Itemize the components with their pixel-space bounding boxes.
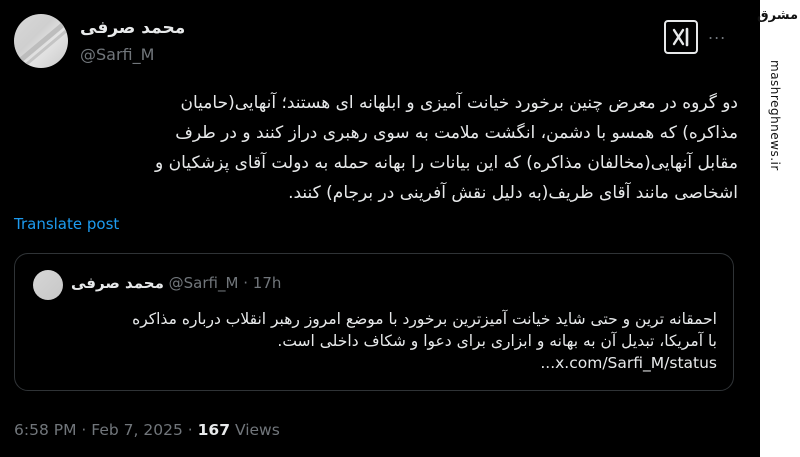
author-handle[interactable]: @Sarfi_M: [80, 45, 154, 64]
quoted-separator: ·: [243, 274, 248, 292]
translate-post-link[interactable]: Translate post: [14, 215, 119, 233]
x-grok-icon[interactable]: [664, 20, 698, 54]
tweet-card: محمد صرفی @Sarfi_M ... دو گروه در معرض چ…: [0, 0, 760, 457]
quoted-time: 17h: [252, 274, 282, 292]
views-count: 167: [197, 421, 230, 439]
quoted-author-name: محمد صرفی: [71, 274, 164, 292]
quoted-status-link[interactable]: x.com/Sarfi_M/status...: [35, 352, 717, 374]
quoted-text-line: با آمریکا، تبدیل آن به بهانه و ابزاری بر…: [277, 332, 717, 350]
tweet-text-line: دو گروه در معرض چنین برخورد خیانت آمیزی …: [180, 93, 738, 113]
tweet-text-line: مقابل آنهایی(مخالفان مذاکره) که این بیان…: [155, 153, 738, 173]
views-label: Views: [234, 421, 280, 439]
more-dots-icon[interactable]: ...: [708, 24, 726, 43]
author-avatar[interactable]: [14, 14, 68, 68]
tweet-text: دو گروه در معرض چنین برخورد خیانت آمیزی …: [14, 88, 738, 208]
meta-separator: ·: [187, 421, 193, 439]
watermark-logo: مشرق: [757, 8, 798, 23]
tweet-date[interactable]: Feb 7, 2025: [91, 421, 183, 439]
tweet-time[interactable]: 6:58 PM: [14, 421, 76, 439]
quoted-tweet[interactable]: محمد صرفی @Sarfi_M · 17h احمقانه ترین و …: [14, 253, 734, 391]
quoted-tweet-header: محمد صرفی @Sarfi_M · 17h: [71, 274, 281, 292]
meta-separator: ·: [81, 421, 87, 439]
x-slash-glyph: [672, 27, 689, 47]
tweet-text-line: اشخاصی مانند آقای ظریف(به دلیل نقش آفرین…: [288, 183, 738, 203]
tweet-meta: 6:58 PM · Feb 7, 2025 · 167 Views: [14, 421, 280, 439]
author-display-name[interactable]: محمد صرفی: [80, 18, 185, 38]
watermark-strip: مشرق mashreghnews.ir: [757, 0, 800, 457]
tweet-text-line: مذاکره) که همسو با دشمن، انگشت ملامت به …: [175, 123, 738, 143]
quoted-author-handle: @Sarfi_M: [168, 274, 239, 292]
quoted-tweet-text: احمقانه ترین و حتی شاید خیانت آمیزترین ب…: [35, 308, 717, 374]
quoted-author-avatar: [33, 270, 63, 300]
quoted-text-line: احمقانه ترین و حتی شاید خیانت آمیزترین ب…: [132, 310, 717, 328]
watermark-site: mashreghnews.ir: [768, 60, 782, 171]
